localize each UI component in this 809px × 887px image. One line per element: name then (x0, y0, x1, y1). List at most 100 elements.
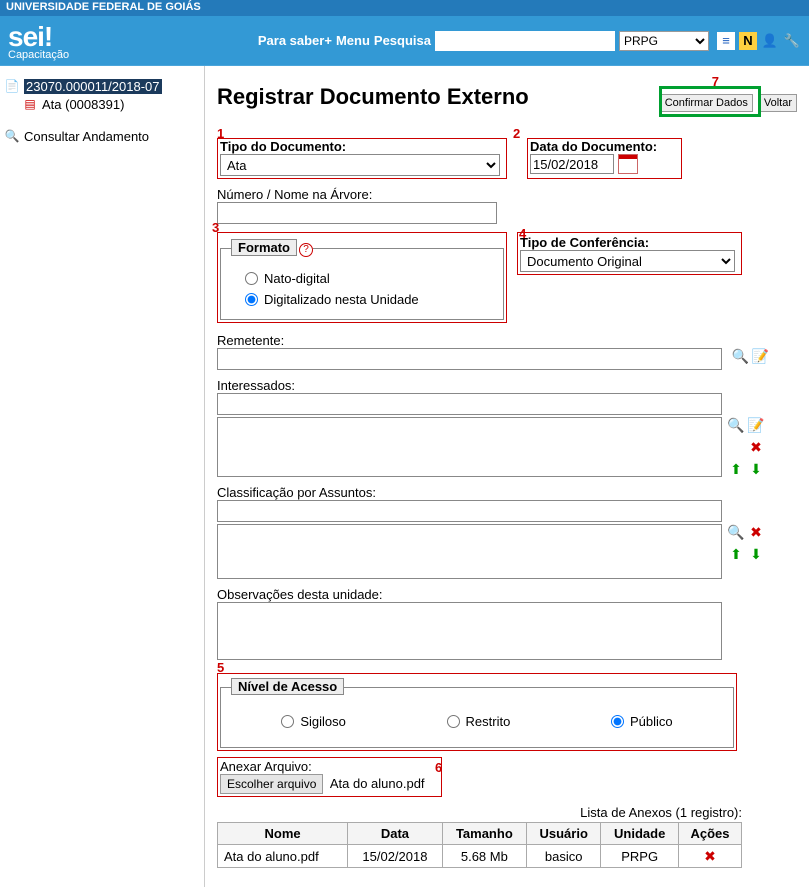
help-icon[interactable]: ? (299, 243, 313, 257)
search-remetente-icon[interactable]: 🔍 (732, 348, 748, 364)
remove-cls-icon[interactable]: ✖ (748, 524, 764, 540)
search-cls-icon[interactable]: 🔍 (728, 524, 744, 540)
search-int-icon[interactable]: 🔍 (728, 417, 744, 433)
down-cls-icon[interactable]: ⬇ (748, 546, 764, 562)
form: 1 2 Tipo do Documento: Ata Data do Docum… (217, 138, 797, 868)
data-label: Data do Documento: (530, 139, 679, 154)
anexos-title: Lista de Anexos (1 registro): (217, 805, 742, 820)
formato-group: Formato? Nato-digital Digitalizado nesta… (217, 232, 507, 323)
tipoconf-select[interactable]: Documento Original (520, 250, 735, 272)
para-saber-link[interactable]: Para saber+ (258, 33, 332, 48)
nivel-group: Nível de Acesso Sigiloso Restrito Públic… (217, 673, 737, 751)
consult-row[interactable]: 🔍 Consultar Andamento (4, 128, 200, 144)
header-icons: ≡ N 👤 🔧 (717, 32, 801, 50)
up-int-icon[interactable]: ⬆ (728, 461, 744, 477)
processo-row[interactable]: 📄 23070.000011/2018-07 (4, 78, 200, 94)
interessados-label: Interessados: (217, 378, 797, 393)
header-nav: Para saber+ Menu Pesquisa PRPG ≡ N 👤 🔧 (258, 31, 801, 51)
tipoconf-group: Tipo de Conferência: Documento Original (517, 232, 742, 275)
doc-link[interactable]: Ata (0008391) (42, 97, 124, 112)
formato-nato[interactable]: Nato-digital (245, 271, 493, 286)
radio-restrito[interactable] (447, 715, 460, 728)
escolher-arquivo-button[interactable]: Escolher arquivo (220, 774, 323, 794)
confirmar-button[interactable]: Confirmar Dados (660, 94, 753, 112)
menu-link[interactable]: Menu (336, 33, 370, 48)
sei-sub: Capacitação (8, 49, 69, 61)
tipoconf-label: Tipo de Conferência: (520, 235, 739, 250)
radio-publico[interactable] (611, 715, 624, 728)
interessados-input[interactable] (217, 393, 722, 415)
marker-7: 7 (712, 74, 719, 89)
nivel-sigiloso[interactable]: Sigiloso (281, 714, 346, 729)
tipo-label: Tipo do Documento: (220, 139, 504, 154)
edit-int-icon[interactable]: 📝 (748, 417, 764, 433)
th-data: Data (348, 823, 442, 845)
doc-icon: 📄 (4, 78, 20, 94)
file-name: Ata do aluno.pdf (330, 776, 425, 791)
processo-link[interactable]: 23070.000011/2018-07 (24, 79, 162, 94)
classif-input[interactable] (217, 500, 722, 522)
pdf-icon: ▤ (22, 96, 38, 112)
doc-row[interactable]: ▤ Ata (0008391) (22, 96, 200, 112)
formato-nato-label: Nato-digital (264, 271, 330, 286)
remove-int-icon[interactable]: ✖ (748, 439, 764, 455)
th-usuario: Usuário (527, 823, 601, 845)
tipo-select[interactable]: Ata (220, 154, 500, 176)
anexar-group: Anexar Arquivo: Escolher arquivo Ata do … (217, 757, 442, 797)
down-int-icon[interactable]: ⬇ (748, 461, 764, 477)
novo-icon[interactable]: N (739, 32, 757, 50)
consult-link[interactable]: Consultar Andamento (24, 129, 149, 144)
user-icon[interactable]: 👤 (761, 32, 779, 50)
radio-nato[interactable] (245, 272, 258, 285)
anexos-table: Nome Data Tamanho Usuário Unidade Ações … (217, 822, 742, 868)
obs-label: Observações desta unidade: (217, 587, 797, 602)
data-input[interactable] (530, 154, 614, 174)
top-actions: Confirmar Dados Voltar (660, 94, 797, 112)
remetente-label: Remetente: (217, 333, 797, 348)
td-acoes: ✖ (679, 845, 742, 868)
key-icon[interactable]: 🔧 (783, 32, 801, 50)
anexar-label: Anexar Arquivo: (220, 759, 439, 774)
radio-digit[interactable] (245, 293, 258, 306)
search-icon: 🔍 (4, 128, 20, 144)
sidebar: 📄 23070.000011/2018-07 ▤ Ata (0008391) 🔍… (0, 66, 205, 887)
marker-2: 2 (513, 126, 520, 141)
classif-label: Classificação por Assuntos: (217, 485, 797, 500)
numero-label: Número / Nome na Árvore: (217, 187, 797, 202)
voltar-button[interactable]: Voltar (759, 94, 797, 112)
numero-input[interactable] (217, 202, 497, 224)
edit-remetente-icon[interactable]: 📝 (752, 348, 768, 364)
classif-list[interactable] (217, 524, 722, 579)
pesquisa-label: Pesquisa (374, 33, 431, 48)
formato-fieldset: Formato? Nato-digital Digitalizado nesta… (220, 239, 504, 320)
sei-logo: sei! (8, 21, 52, 52)
logo-area: sei! Capacitação (8, 21, 69, 61)
th-unidade: Unidade (601, 823, 679, 845)
tipo-group: Tipo do Documento: Ata (217, 138, 507, 179)
list-icon[interactable]: ≡ (717, 32, 735, 50)
interessados-list[interactable] (217, 417, 722, 477)
unit-select[interactable]: PRPG (619, 31, 709, 51)
td-unidade: PRPG (601, 845, 679, 868)
td-tamanho: 5.68 Mb (442, 845, 526, 868)
formato-legend: Formato? (231, 239, 313, 257)
delete-anexo-icon[interactable]: ✖ (702, 848, 718, 864)
marker-5: 5 (217, 660, 224, 675)
obs-textarea[interactable] (217, 602, 722, 660)
formato-digit[interactable]: Digitalizado nesta Unidade (245, 292, 493, 307)
nivel-restrito[interactable]: Restrito (447, 714, 511, 729)
remetente-input[interactable] (217, 348, 722, 370)
th-nome: Nome (218, 823, 348, 845)
nivel-publico[interactable]: Público (611, 714, 673, 729)
th-tamanho: Tamanho (442, 823, 526, 845)
marker-6: 6 (435, 760, 442, 775)
search-input[interactable] (435, 31, 615, 51)
radio-sigiloso[interactable] (281, 715, 294, 728)
td-data: 15/02/2018 (348, 845, 442, 868)
up-cls-icon[interactable]: ⬆ (728, 546, 744, 562)
td-usuario: basico (527, 845, 601, 868)
org-name: UNIVERSIDADE FEDERAL DE GOIÁS (6, 1, 201, 13)
nivel-legend: Nível de Acesso (231, 678, 344, 696)
header: sei! Capacitação Para saber+ Menu Pesqui… (0, 16, 809, 66)
calendar-icon[interactable] (618, 154, 638, 174)
